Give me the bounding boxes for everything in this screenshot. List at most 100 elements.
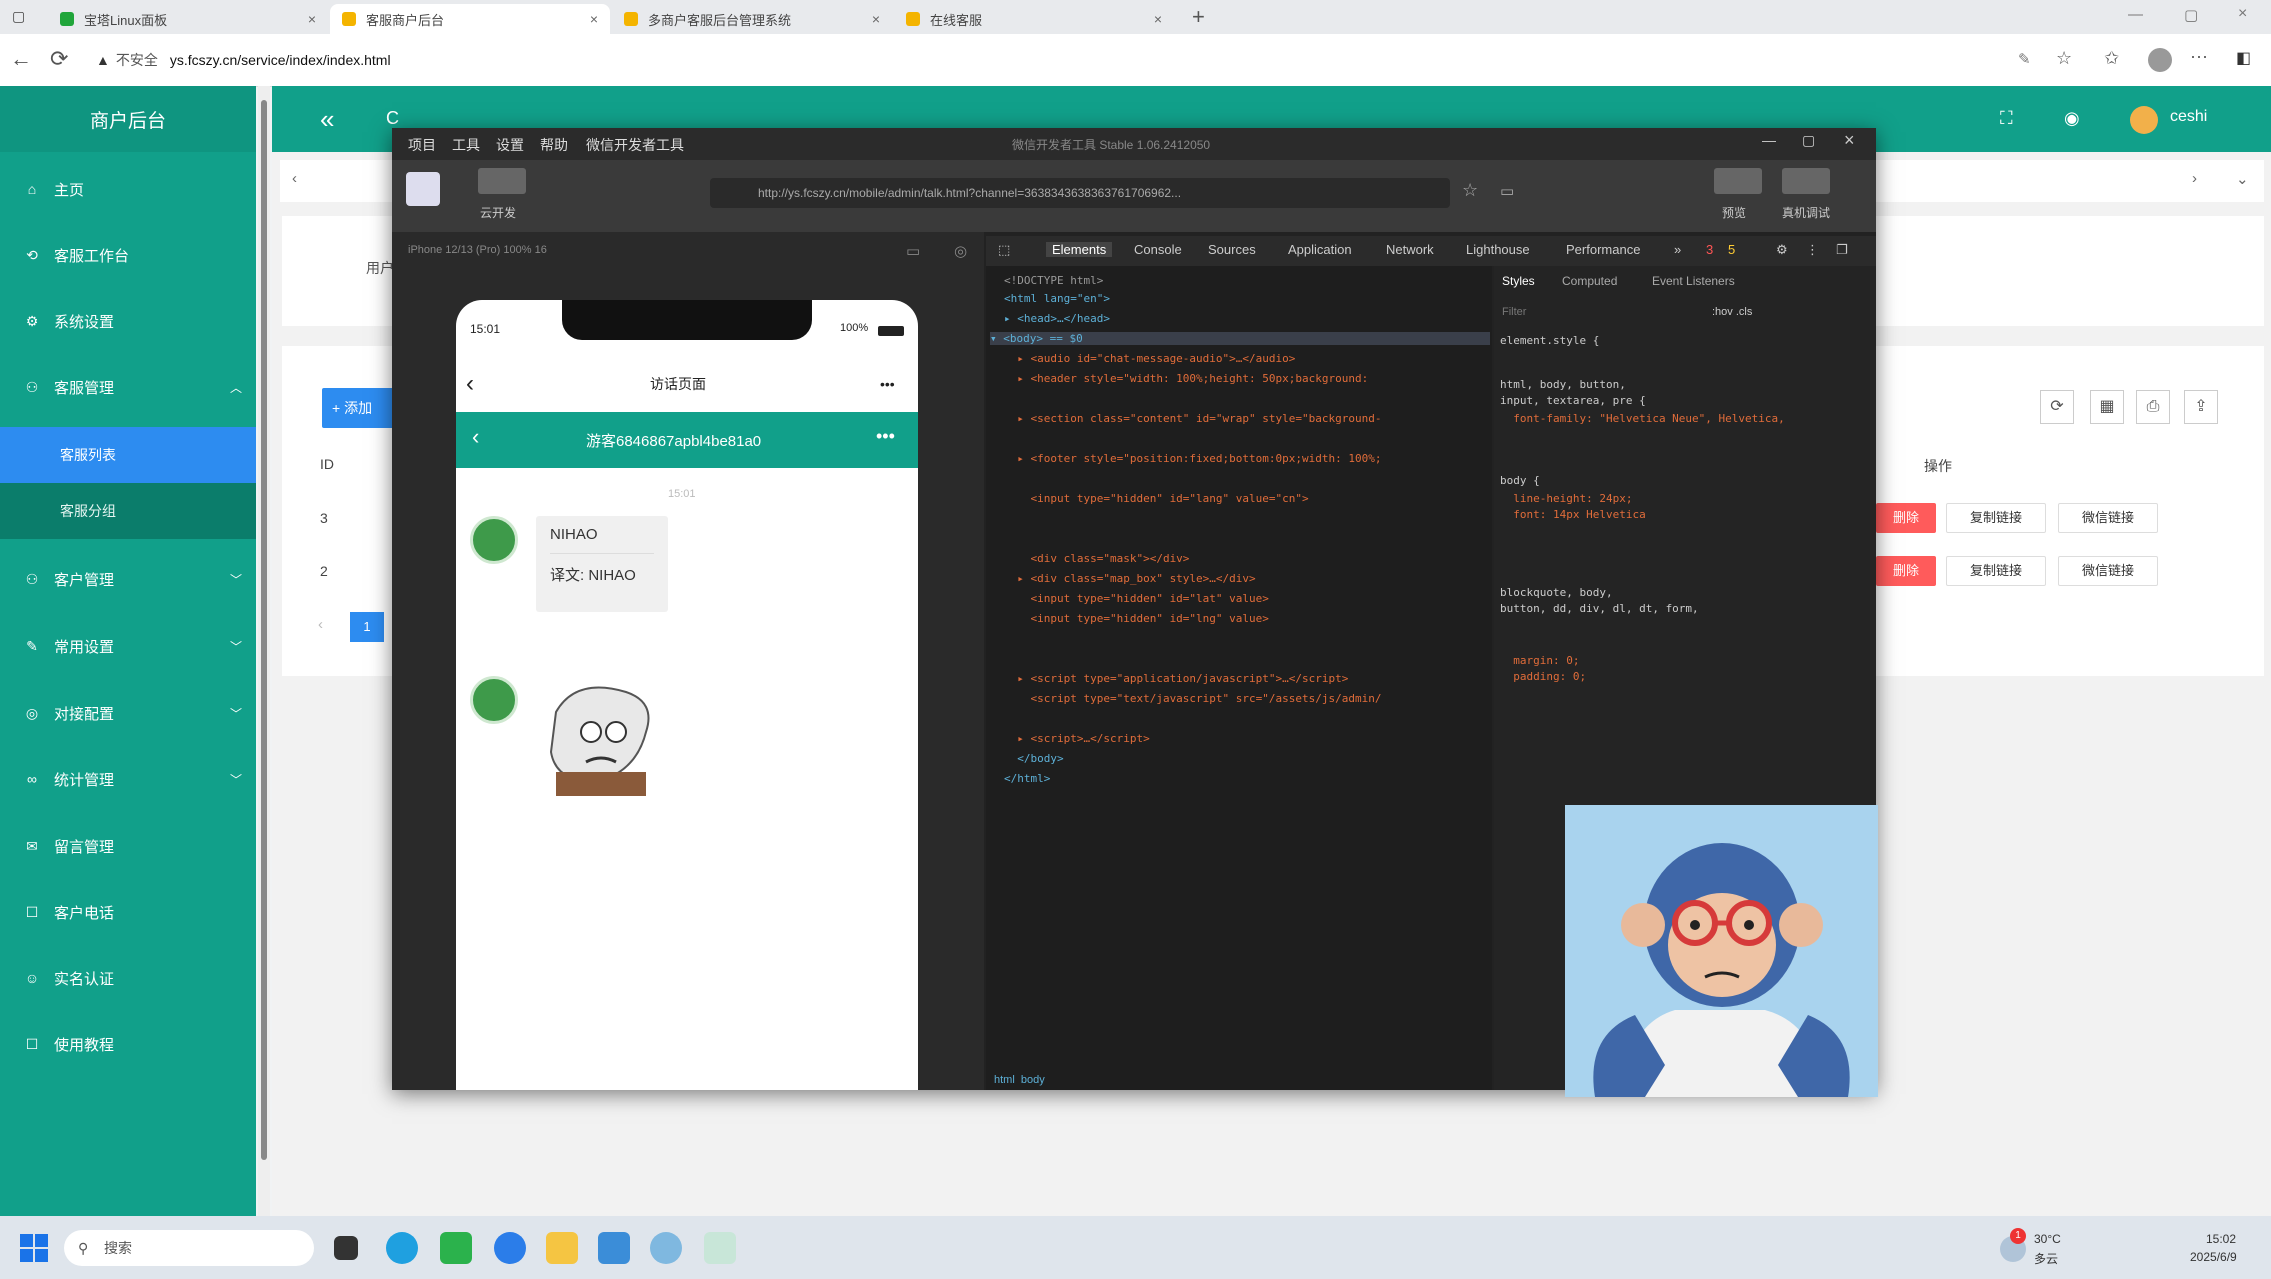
delete-button[interactable]: 删除 <box>1876 503 1936 533</box>
browser-tab[interactable]: 在线客服 × <box>894 4 1174 34</box>
tab-network[interactable]: Network <box>1386 242 1434 257</box>
browser-icon[interactable] <box>494 1232 526 1264</box>
style-tab-computed[interactable]: Computed <box>1562 274 1617 288</box>
print-icon[interactable]: ⎙ <box>2136 390 2170 424</box>
sidebar-item-agent-management[interactable]: ⚇ 客服管理 ︿ <box>0 354 256 420</box>
sidebar-item-messages[interactable]: ✉ 留言管理 <box>0 813 256 879</box>
notepad-icon[interactable] <box>598 1232 630 1264</box>
sidebar-item-home[interactable]: ⌂ 主页 <box>0 156 256 222</box>
sidebar-item-customer-phone[interactable]: ☐ 客户电话 <box>0 879 256 945</box>
capsule-menu-icon[interactable]: ••• <box>880 376 895 392</box>
delete-button[interactable]: 删除 <box>1876 556 1936 586</box>
sidebar-item-integration[interactable]: ◎ 对接配置 ﹀ <box>0 680 256 746</box>
dom-breadcrumb[interactable]: html body <box>994 1074 1045 1086</box>
file-explorer-icon[interactable] <box>546 1232 578 1264</box>
breadcrumb-body[interactable]: body <box>1021 1074 1045 1086</box>
browser-tab-active[interactable]: 客服商户后台 × <box>330 4 610 34</box>
sidebar-subitem-agent-list[interactable]: 客服列表 <box>0 427 256 483</box>
copy-link-button[interactable]: 复制链接 <box>1946 503 2046 533</box>
devtools-more-icon[interactable]: ⋮ <box>1806 242 1819 258</box>
export-icon[interactable]: ⇪ <box>2184 390 2218 424</box>
close-tab-icon[interactable]: × <box>1154 11 1162 27</box>
wechat-link-button[interactable]: 微信链接 <box>2058 503 2158 533</box>
add-agent-button[interactable]: + 添加 <box>322 388 394 428</box>
edge-icon[interactable] <box>386 1232 418 1264</box>
refresh-icon[interactable]: C <box>386 108 399 129</box>
chat-more-icon[interactable]: ••• <box>876 426 895 447</box>
tab-console[interactable]: Console <box>1134 242 1182 257</box>
styles-filter-input[interactable]: Filter <box>1502 306 1526 318</box>
menu-tools[interactable]: 工具 <box>452 135 480 155</box>
app-green-icon[interactable] <box>440 1232 472 1264</box>
maximize-icon[interactable]: ▢ <box>1802 132 1815 149</box>
start-icon[interactable] <box>20 1234 48 1262</box>
close-tab-icon[interactable]: × <box>872 11 880 27</box>
browser-tab[interactable]: 多商户客服后台管理系统 × <box>612 4 892 34</box>
copy-link-button[interactable]: 复制链接 <box>1946 556 2046 586</box>
project-avatar[interactable] <box>406 172 440 206</box>
minimize-window-icon[interactable]: — <box>2128 6 2143 23</box>
new-tab-button[interactable]: + <box>1192 4 1205 30</box>
address-bar[interactable]: ▲ 不安全 ys.fcszy.cn/service/index/index.ht… <box>96 44 2096 76</box>
sidebar-item-common-settings[interactable]: ✎ 常用设置 ﹀ <box>0 613 256 679</box>
style-tab-styles[interactable]: Styles <box>1502 274 1535 288</box>
reload-icon[interactable]: ⟳ <box>50 46 68 72</box>
back-icon[interactable]: ← <box>10 46 32 72</box>
sidebar-toggle-icon[interactable]: ◧ <box>2236 48 2251 68</box>
close-tab-icon[interactable]: × <box>308 11 316 27</box>
close-icon[interactable]: × <box>1844 130 1855 151</box>
sidebar-item-statistics[interactable]: ∞ 统计管理 ﹀ <box>0 746 256 812</box>
collapse-sidebar-icon[interactable]: « <box>320 104 334 135</box>
clock-date[interactable]: 2025/6/9 <box>2190 1250 2237 1264</box>
rotate-icon[interactable]: ▭ <box>906 242 920 260</box>
more-icon[interactable]: ··· <box>2190 46 2208 67</box>
tab-application[interactable]: Application <box>1288 242 1352 257</box>
favorites-icon[interactable]: ✩ <box>2104 48 2119 69</box>
menu-project[interactable]: 项目 <box>408 135 436 155</box>
code-line-selected[interactable]: ▾ <body> == $0 <box>990 332 1490 345</box>
favorite-star-icon[interactable]: ☆ <box>2056 48 2072 69</box>
translate-icon[interactable]: ✎ <box>2018 50 2031 68</box>
network-app-icon[interactable] <box>650 1232 682 1264</box>
refresh-table-icon[interactable]: ⟳ <box>2040 390 2074 424</box>
minimize-icon[interactable]: — <box>1762 132 1776 148</box>
task-view-icon[interactable] <box>334 1236 358 1260</box>
warning-count[interactable]: 5 <box>1728 242 1735 257</box>
real-debug-button[interactable] <box>1782 168 1830 194</box>
maximize-window-icon[interactable]: ▢ <box>2184 6 2198 24</box>
sidebar-item-customer-management[interactable]: ⚇ 客户管理 ﹀ <box>0 546 256 612</box>
clock-time[interactable]: 15:02 <box>2206 1232 2236 1246</box>
hov-cls-toggle[interactable]: :hov .cls <box>1712 306 1752 318</box>
chat-back-icon[interactable]: ‹ <box>472 424 479 450</box>
inspect-icon[interactable]: ⬚ <box>998 242 1010 258</box>
page-prev-icon[interactable]: ‹ <box>318 616 323 633</box>
sidebar-item-tutorial[interactable]: ☐ 使用教程 <box>0 1011 256 1077</box>
menu-settings[interactable]: 设置 <box>496 135 524 155</box>
menu-help[interactable]: 帮助 <box>540 135 568 155</box>
close-window-icon[interactable]: × <box>2238 5 2247 23</box>
sidebar-item-real-name[interactable]: ☺ 实名认证 <box>0 945 256 1011</box>
tab-performance[interactable]: Performance <box>1566 242 1640 257</box>
sim-settings-icon[interactable]: ◎ <box>954 242 967 260</box>
devtools-url-input[interactable]: http://ys.fcszy.cn/mobile/admin/talk.htm… <box>710 178 1450 208</box>
profile-avatar[interactable] <box>2148 48 2172 72</box>
menu-wechat-devtools[interactable]: 微信开发者工具 <box>586 135 684 155</box>
tab-prev-icon[interactable]: ‹ <box>292 170 297 187</box>
fullscreen-icon[interactable]: ⛶ <box>2000 108 2013 129</box>
theme-icon[interactable]: ◉ <box>2064 108 2080 129</box>
columns-icon[interactable]: ▦ <box>2090 390 2124 424</box>
username[interactable]: ceshi <box>2170 108 2207 126</box>
sidebar-subitem-agent-group[interactable]: 客服分组 <box>0 483 256 539</box>
style-tab-listeners[interactable]: Event Listeners <box>1652 274 1735 288</box>
tab-next-icon[interactable]: › <box>2192 170 2197 187</box>
tab-elements[interactable]: Elements <box>1046 242 1113 257</box>
device-selector[interactable]: iPhone 12/13 (Pro) 100% 16 <box>408 244 547 256</box>
page-back-icon[interactable]: ‹ <box>466 370 474 398</box>
tab-menu-icon[interactable]: ⌄ <box>2236 170 2249 188</box>
more-tabs-icon[interactable]: » <box>1674 242 1681 257</box>
devtools-window-icon[interactable]: ▭ <box>1500 182 1514 200</box>
devtools-settings-icon[interactable]: ⚙ <box>1776 242 1788 258</box>
bookmark-star-icon[interactable]: ☆ <box>1462 180 1478 201</box>
user-avatar[interactable] <box>2130 106 2158 134</box>
window-menu-icon[interactable]: ▢ <box>12 8 25 25</box>
